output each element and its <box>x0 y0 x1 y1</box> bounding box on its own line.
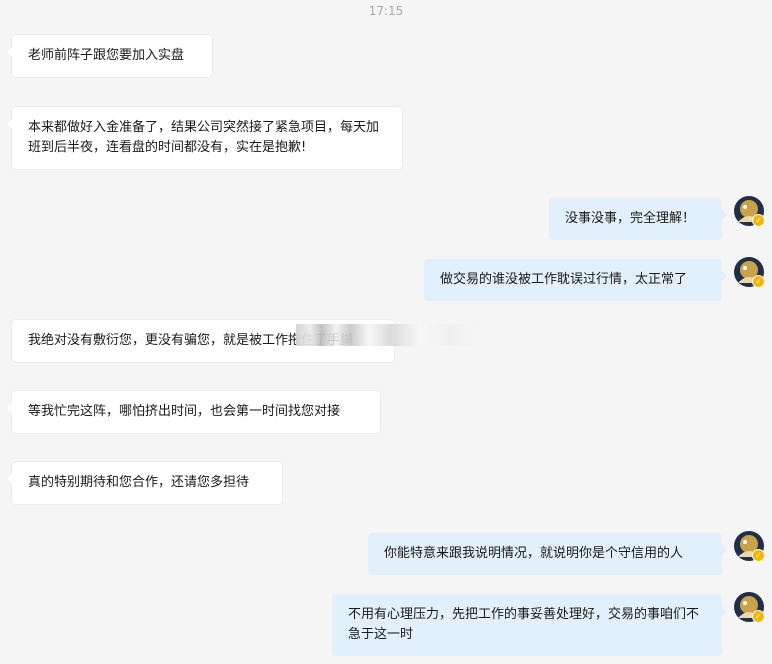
message-text: 真的特别期待和您合作，还请您多担待 <box>28 475 250 490</box>
message-bubble-outgoing[interactable]: 没事没事，完全理解！ <box>549 198 727 240</box>
message-bubble-outgoing[interactable]: 你能特意来跟我说明情况，就说明你是个守信用的人 <box>368 533 727 575</box>
message-bubble-incoming[interactable]: 真的特别期待和您合作，还请您多担待 <box>7 462 282 504</box>
verified-badge-icon: ✓ <box>752 275 765 288</box>
message-bubble-incoming[interactable]: 老师前阵子跟您要加入实盘 <box>7 35 212 77</box>
message-bubble-incoming[interactable]: 等我忙完这阵，哪怕挤出时间，也会第一时间找您对接 <box>7 391 380 433</box>
message-text: 没事没事，完全理解！ <box>565 211 696 226</box>
message-timestamp: 17:15 <box>368 4 404 18</box>
message-bubble-outgoing[interactable]: 做交易的谁没被工作耽误过行情，太正常了 <box>424 259 727 301</box>
message-text: 本来都做好入金准备了，结果公司突然接了紧急项目，每天加班到后半夜，连看盘的时间都… <box>28 120 380 155</box>
message-text: 等我忙完这阵，哪怕挤出时间，也会第一时间找您对接 <box>28 404 341 419</box>
verified-badge-icon: ✓ <box>752 214 765 227</box>
message-text: 不用有心理压力，先把工作的事妥善处理好，交易的事咱们不急于这一时 <box>348 607 700 642</box>
message-bubble-outgoing[interactable]: 不用有心理压力，先把工作的事妥善处理好，交易的事咱们不急于这一时 <box>332 594 727 656</box>
verified-badge-icon: ✓ <box>752 610 765 623</box>
message-text: 你能特意来跟我说明情况，就说明你是个守信用的人 <box>384 546 684 561</box>
message-text: 老师前阵子跟您要加入实盘 <box>28 48 185 63</box>
verified-badge-icon: ✓ <box>752 549 765 562</box>
message-text: 做交易的谁没被工作耽误过行情，太正常了 <box>440 272 688 287</box>
message-bubble-incoming[interactable]: 本来都做好入金准备了，结果公司突然接了紧急项目，每天加班到后半夜，连看盘的时间都… <box>7 107 402 169</box>
redaction-overlay <box>296 324 478 346</box>
